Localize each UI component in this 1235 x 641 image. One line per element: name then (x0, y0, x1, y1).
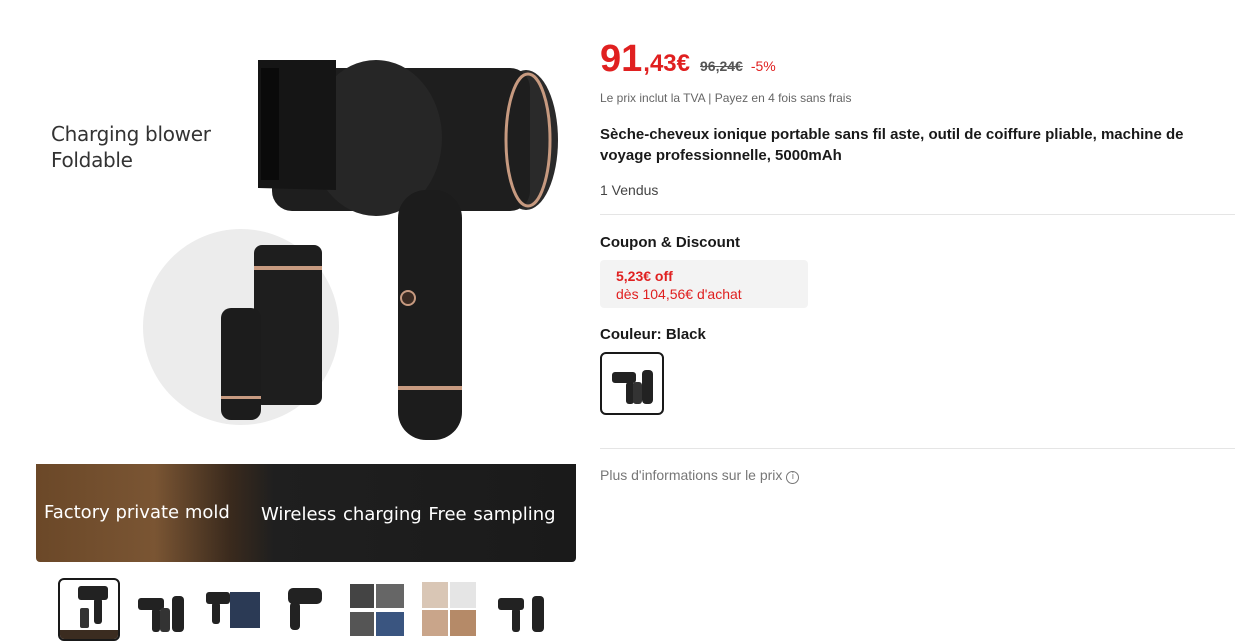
hair-dryer-details-image (350, 584, 404, 636)
price-decimal: ,43€ (643, 50, 690, 77)
product-main-image[interactable]: Charging blower Foldable Factory private… (36, 30, 576, 562)
hair-dryer-image (143, 60, 558, 440)
hair-dryer-folded-image (498, 596, 544, 632)
hair-dryer-charging-image (206, 592, 260, 628)
thumbnail-7[interactable] (490, 578, 552, 641)
hair-dryer-side-image (288, 588, 322, 630)
thumbnail-6[interactable] (418, 578, 480, 641)
thumbnail-3[interactable] (202, 578, 264, 641)
more-price-info-label: Plus d'informations sur le prix (600, 467, 783, 483)
thumbnail-5[interactable] (346, 578, 408, 641)
hair-dryer-product-image (60, 586, 118, 639)
thumbnail-2[interactable] (130, 578, 192, 641)
coupon-heading: Coupon & Discount (600, 234, 740, 251)
hair-dryer-lifestyle-image (422, 582, 476, 636)
thumbnail-4[interactable] (274, 578, 336, 641)
coupon-amount: 5,23€ off (616, 268, 673, 284)
sold-count: 1 Vendus (600, 182, 659, 198)
info-icon: i (786, 471, 800, 484)
color-swatch-black[interactable] (600, 352, 664, 415)
thumbnail-1[interactable] (58, 578, 120, 641)
banner-left-text: Factory private mold (44, 502, 230, 523)
discount-percent: -5% (750, 58, 776, 74)
original-price: 96,24€ (700, 58, 743, 74)
coupon-condition: dès 104,56€ d'achat (616, 286, 742, 302)
product-title: Sèche-cheveux ionique portable sans fil … (600, 126, 1184, 164)
price-block: 91 ,43€ 96,24€ -5% (600, 38, 776, 81)
image-banner: Factory private mold Wireless charging F… (36, 464, 576, 562)
tax-note: Le prix inclut la TVA | Payez en 4 fois … (600, 91, 852, 105)
color-swatch-image (612, 370, 653, 404)
price-integer: 91 (600, 38, 643, 80)
divider (600, 214, 1235, 215)
color-heading: Couleur: Black (600, 326, 706, 343)
overlay-title-line1: Charging blower (51, 122, 211, 146)
divider (600, 448, 1235, 449)
overlay-title-line2: Foldable (51, 148, 133, 172)
banner-right-text: Wireless charging Free sampling (261, 504, 556, 525)
coupon-card[interactable]: 5,23€ off dès 104,56€ d'achat (600, 260, 808, 308)
more-price-info-link[interactable]: Plus d'informations sur le prix i (600, 467, 800, 484)
hair-dryer-folding-image (138, 596, 184, 632)
